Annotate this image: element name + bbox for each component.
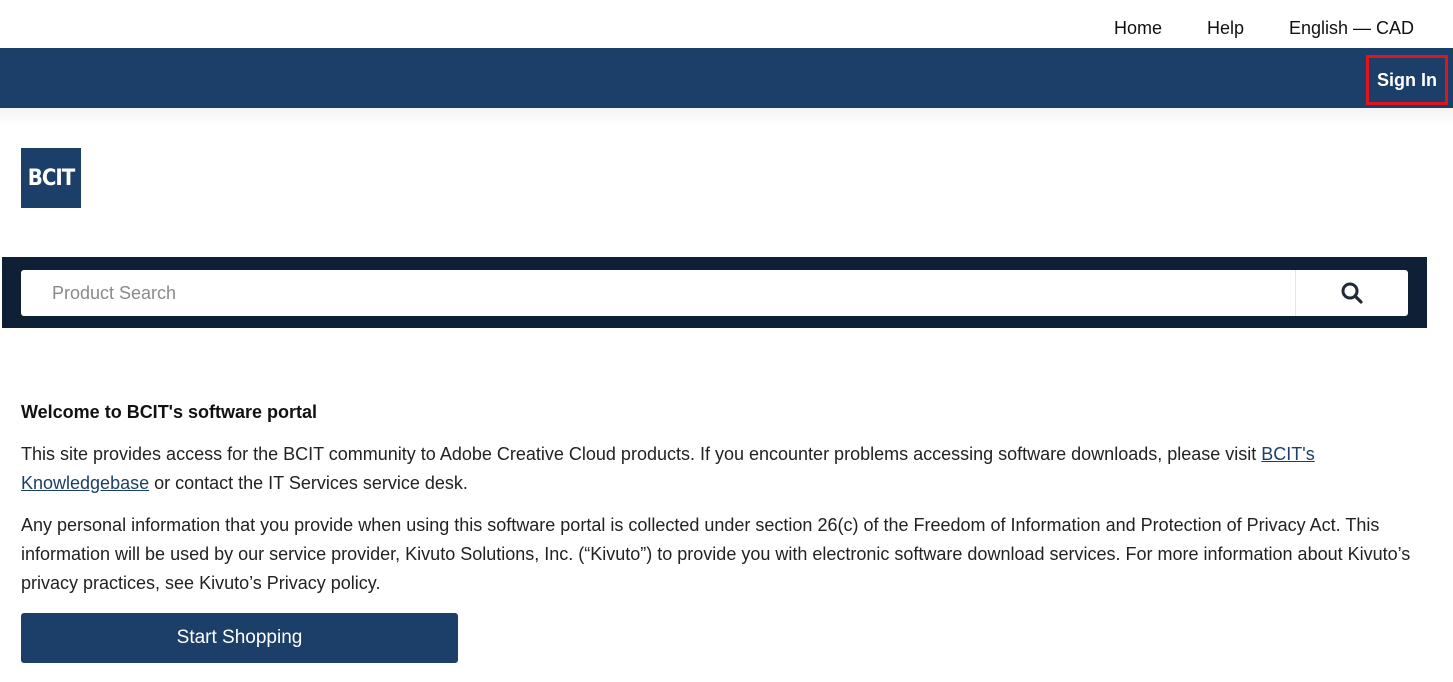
product-search-input[interactable] — [21, 270, 1295, 316]
top-navigation: Home Help English — CAD — [0, 0, 1453, 48]
nav-home-link[interactable]: Home — [1114, 17, 1162, 39]
welcome-heading: Welcome to BCIT's software portal — [21, 402, 317, 422]
nav-help-link[interactable]: Help — [1207, 17, 1244, 39]
intro-text-end: or contact the IT Services service desk. — [149, 473, 468, 493]
header-bar: Sign In — [0, 48, 1453, 108]
search-icon — [1341, 282, 1363, 304]
privacy-paragraph: Any personal information that you provid… — [21, 515, 1411, 593]
start-shopping-button[interactable]: Start Shopping — [21, 613, 458, 663]
language-currency-selector[interactable]: English — CAD — [1289, 17, 1414, 39]
main-content: Welcome to BCIT's software portal This s… — [21, 400, 1411, 598]
intro-paragraph: This site provides access for the BCIT c… — [21, 440, 1411, 498]
sign-in-button[interactable]: Sign In — [1366, 55, 1448, 105]
search-band — [2, 257, 1427, 328]
search-button[interactable] — [1295, 270, 1408, 316]
header-shadow — [0, 108, 1453, 126]
search-box — [21, 270, 1408, 316]
intro-text-start: This site provides access for the BCIT c… — [21, 444, 1262, 464]
bcit-logo[interactable]: BCIT — [21, 148, 81, 208]
